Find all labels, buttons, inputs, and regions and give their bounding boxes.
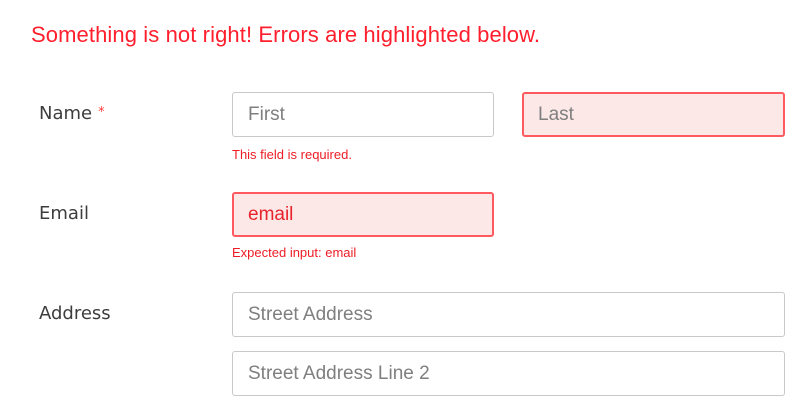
street-address-input[interactable] <box>232 292 785 337</box>
street-address-line2-input[interactable] <box>232 351 785 396</box>
form-error-banner: Something is not right! Errors are highl… <box>31 22 541 47</box>
address-label: Address <box>39 303 111 324</box>
name-label: Name <box>39 103 93 124</box>
name-error-message: This field is required. <box>232 147 352 162</box>
email-input[interactable] <box>232 192 494 237</box>
required-marker: * <box>98 105 105 120</box>
email-error-message: Expected input: email <box>232 245 357 260</box>
last-name-input[interactable] <box>522 92 785 137</box>
first-name-input[interactable] <box>232 92 494 137</box>
email-label: Email <box>39 203 89 224</box>
name-label-group: Name * <box>39 103 105 124</box>
